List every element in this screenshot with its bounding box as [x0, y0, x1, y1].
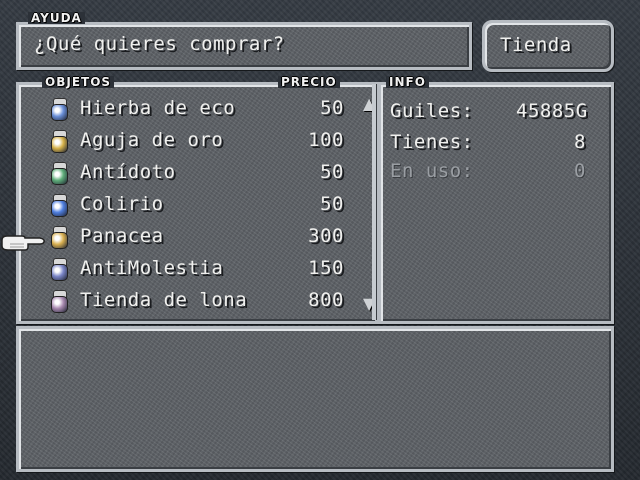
potion-bottle-icon — [50, 98, 68, 121]
price-column-header: PRECIO — [278, 76, 340, 88]
equipped-value: 0 — [574, 160, 586, 182]
item-row[interactable]: Panacea 300 — [18, 222, 366, 254]
potion-bottle-icon — [50, 162, 68, 185]
item-name: AntiMolestia — [80, 257, 224, 279]
item-name: Colirio — [80, 193, 164, 215]
item-name: Aguja de oro — [80, 129, 224, 151]
help-label: AYUDA — [28, 12, 85, 24]
item-row[interactable]: Hierba de eco 50 — [18, 94, 366, 126]
item-price: 50 — [320, 161, 344, 183]
description-panel — [16, 326, 614, 472]
item-name: Hierba de eco — [80, 97, 236, 119]
item-price: 50 — [320, 193, 344, 215]
item-row[interactable]: AntiMolestia 150 — [18, 254, 366, 286]
info-label: INFO — [386, 76, 429, 88]
item-price: 300 — [308, 225, 344, 247]
item-row[interactable]: Tienda de lona 800 — [18, 286, 366, 318]
item-price: 800 — [308, 289, 344, 311]
have-label: Tienes: — [390, 131, 474, 153]
item-name: Panacea — [80, 225, 164, 247]
items-column-header: OBJETOS — [42, 76, 115, 88]
panel-divider — [372, 84, 376, 320]
help-text: ¿Qué quieres comprar? — [34, 33, 285, 55]
pointing-hand-icon — [1, 235, 45, 251]
item-price: 50 — [320, 97, 344, 119]
item-name: Tienda de lona — [80, 289, 248, 311]
potion-bottle-icon — [50, 194, 68, 217]
item-name: Antídoto — [80, 161, 176, 183]
shop-button-label: Tienda — [500, 34, 572, 56]
potion-bottle-icon — [50, 290, 68, 313]
potion-bottle-icon — [50, 258, 68, 281]
item-row[interactable]: Colirio 50 — [18, 190, 366, 222]
gil-value: 45885G — [516, 100, 588, 122]
equipped-label: En uso: — [390, 160, 474, 182]
potion-bottle-icon — [50, 130, 68, 153]
potion-bottle-icon — [50, 226, 68, 249]
item-price: 100 — [308, 129, 344, 151]
have-value: 8 — [574, 131, 586, 153]
item-row[interactable]: Antídoto 50 — [18, 158, 366, 190]
item-row[interactable]: Aguja de oro 100 — [18, 126, 366, 158]
item-price: 150 — [308, 257, 344, 279]
gil-label: Guiles: — [390, 100, 474, 122]
